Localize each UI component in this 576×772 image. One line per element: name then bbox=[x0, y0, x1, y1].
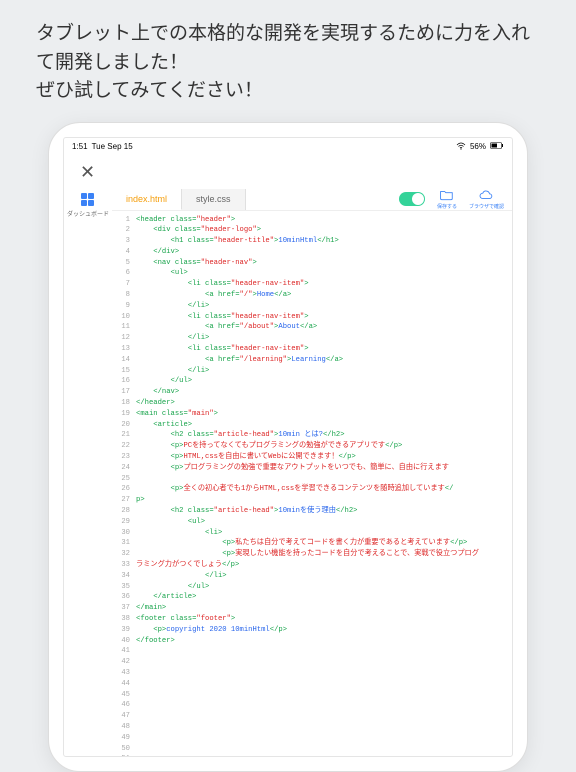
save-button[interactable]: 保存する bbox=[437, 188, 457, 210]
wifi-icon bbox=[456, 142, 466, 152]
line-gutter: 1234567891011121314151617181920212223242… bbox=[112, 211, 134, 757]
code-content[interactable]: <header class="header"> <div class="head… bbox=[134, 211, 512, 757]
toolbar: ✕ bbox=[64, 156, 512, 189]
dashboard-button[interactable]: ダッシュボード bbox=[67, 193, 109, 218]
cloud-icon bbox=[479, 188, 493, 202]
statusbar-time: 1:51 bbox=[72, 142, 88, 151]
tab-style-css[interactable]: style.css bbox=[182, 189, 246, 210]
dashboard-label: ダッシュボード bbox=[67, 209, 109, 218]
battery-percent: 56% bbox=[470, 142, 486, 151]
code-editor[interactable]: 1234567891011121314151617181920212223242… bbox=[112, 211, 512, 757]
sidebar: ダッシュボード bbox=[64, 189, 112, 757]
editor-pane: index.html style.css 保存する ブラウザで確認 bbox=[112, 189, 512, 757]
statusbar-date: Tue Sep 15 bbox=[92, 142, 133, 151]
ipad-frame: 1:51 Tue Sep 15 56% ✕ ダッシュボード bbox=[48, 122, 528, 772]
screen: 1:51 Tue Sep 15 56% ✕ ダッシュボード bbox=[63, 137, 513, 757]
toggle-switch[interactable] bbox=[399, 192, 425, 206]
status-bar: 1:51 Tue Sep 15 56% bbox=[64, 138, 512, 156]
tab-index-html[interactable]: index.html bbox=[112, 189, 182, 210]
preview-button[interactable]: ブラウザで確認 bbox=[469, 188, 504, 210]
tab-bar: index.html style.css 保存する ブラウザで確認 bbox=[112, 189, 512, 211]
battery-icon bbox=[490, 142, 504, 151]
grid-icon bbox=[81, 193, 95, 207]
screenshot-caption: タブレット上での本格的な開発を実現するために力を入れて開発しました！ ぜひ試して… bbox=[0, 0, 576, 114]
close-button[interactable]: ✕ bbox=[80, 162, 95, 183]
folder-icon bbox=[440, 188, 454, 202]
